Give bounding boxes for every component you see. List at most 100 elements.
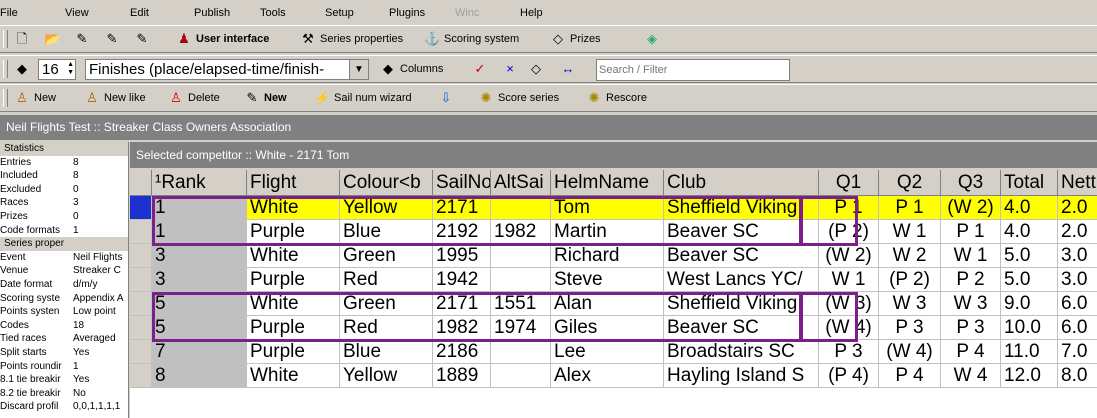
table-cell[interactable]: 6.0 (1058, 292, 1097, 316)
table-cell[interactable]: Lee (551, 340, 664, 364)
table-cell[interactable]: Richard (551, 244, 664, 268)
spinner-arrows-icon[interactable]: ▲ ▼ (67, 61, 74, 77)
table-cell[interactable]: Green (340, 244, 433, 268)
stat-row[interactable]: Tied races Averaged (0, 332, 128, 346)
table-cell[interactable]: W 1 (819, 268, 879, 292)
table-row[interactable]: 3 White Green 1995 Richard Beaver SC (W 2) W 2W… (130, 244, 1097, 268)
chevron-down-icon[interactable]: ▼ (349, 60, 368, 79)
table-cell[interactable]: 1982 (433, 316, 491, 340)
column-header[interactable]: Club (664, 170, 819, 196)
series-properties-button[interactable]: ⚒ Series properties (300, 30, 403, 48)
prizes-button[interactable]: ◇ Prizes (550, 30, 601, 48)
table-cell[interactable]: 2.0 (1058, 220, 1097, 244)
save-all-button[interactable]: ✎ (104, 30, 120, 48)
stat-row[interactable]: Discard profil 0,0,1,1,1,1 (0, 400, 128, 414)
stat-row[interactable]: Date format d/m/y (0, 278, 128, 292)
table-cell[interactable]: P 3 (941, 316, 1001, 340)
table-cell[interactable]: Alex (551, 364, 664, 388)
table-cell[interactable]: White (247, 364, 340, 388)
column-header[interactable]: Q3 (941, 170, 1001, 196)
table-cell[interactable]: Hayling Island S (664, 364, 819, 388)
column-header[interactable]: Flight (247, 170, 340, 196)
row-indicator[interactable] (130, 292, 152, 316)
table-cell[interactable]: (W 3) (819, 292, 879, 316)
column-header[interactable]: Total (1001, 170, 1058, 196)
table-cell[interactable]: W 2 (879, 244, 941, 268)
table-cell[interactable]: (W 2) (819, 244, 879, 268)
stat-row[interactable]: Points systen Low point (0, 305, 128, 319)
table-cell[interactable]: 4.0 (1001, 220, 1058, 244)
table-cell[interactable]: P 2 (941, 268, 1001, 292)
menu-window[interactable]: Winc (455, 7, 479, 19)
table-cell[interactable]: 8 (152, 364, 247, 388)
table-cell[interactable]: 1995 (433, 244, 491, 268)
table-cell[interactable]: 5 (152, 292, 247, 316)
table-cell[interactable]: Green (340, 292, 433, 316)
table-cell[interactable]: 4.0 (1001, 196, 1058, 220)
stat-row[interactable]: Codes 18 (0, 319, 128, 333)
table-cell[interactable]: (P 2) (879, 268, 941, 292)
row-indicator[interactable] (130, 340, 152, 364)
race-number-spinner[interactable]: 16 ▲ ▼ (38, 59, 76, 80)
table-cell[interactable]: P 3 (879, 316, 941, 340)
table-cell[interactable]: Giles (551, 316, 664, 340)
table-cell[interactable]: 3.0 (1058, 268, 1097, 292)
table-row[interactable]: 1 White Yellow 2171 Tom Sheffield Viking P 1P … (130, 196, 1097, 220)
table-cell[interactable]: Alan (551, 292, 664, 316)
new-file-button[interactable]: 🗋 (14, 30, 30, 48)
table-row[interactable]: 8 White Yellow 1889 Alex Hayling Island S (P 4… (130, 364, 1097, 388)
column-header[interactable]: AltSai (491, 170, 551, 196)
table-cell[interactable]: Sheffield Viking (664, 292, 819, 316)
table-cell[interactable]: W 3 (941, 292, 1001, 316)
table-cell[interactable]: Sheffield Viking (664, 196, 819, 220)
stat-row[interactable]: 8.2 tie breakir No (0, 387, 128, 401)
scoring-system-button[interactable]: ⚓ Scoring system (424, 30, 519, 48)
stat-row[interactable]: Points roundir 1 (0, 360, 128, 374)
menu-publish[interactable]: Publish (194, 7, 230, 19)
table-cell[interactable]: 9.0 (1001, 292, 1058, 316)
table-cell[interactable]: Purple (247, 340, 340, 364)
table-cell[interactable]: 2186 (433, 340, 491, 364)
table-cell[interactable]: W 4 (941, 364, 1001, 388)
stat-row[interactable]: Excluded 0 (0, 183, 128, 197)
row-indicator[interactable] (130, 244, 152, 268)
table-cell[interactable]: Tom (551, 196, 664, 220)
table-cell[interactable]: P 3 (819, 340, 879, 364)
table-row[interactable]: 5 White Green 2171 1551 Alan Sheffield Viking(… (130, 292, 1097, 316)
table-cell[interactable]: White (247, 196, 340, 220)
table-cell[interactable]: 10.0 (1001, 316, 1058, 340)
columns-button[interactable]: ◆ Columns (380, 60, 443, 78)
rescore-button[interactable]: ✺ Rescore (586, 89, 647, 107)
delete-button[interactable]: ♙ Delete (168, 89, 220, 107)
table-cell[interactable]: Blue (340, 220, 433, 244)
table-cell[interactable] (491, 196, 551, 220)
table-cell[interactable]: 1 (152, 196, 247, 220)
row-indicator[interactable] (130, 196, 152, 220)
column-header[interactable]: SailNo (433, 170, 491, 196)
stat-row[interactable]: Scoring syste Appendix A (0, 292, 128, 306)
column-header[interactable]: Q2 (879, 170, 941, 196)
table-cell[interactable]: (W 4) (879, 340, 941, 364)
table-cell[interactable] (491, 340, 551, 364)
table-cell[interactable]: 11.0 (1001, 340, 1058, 364)
table-cell[interactable]: 2192 (433, 220, 491, 244)
table-cell[interactable]: 2171 (433, 292, 491, 316)
column-header[interactable]: Colour<b (340, 170, 433, 196)
menu-plugins[interactable]: Plugins (389, 7, 425, 19)
table-row[interactable]: 5 Purple Red 1982 1974 Giles Beaver SC (W 4) P 3… (130, 316, 1097, 340)
stat-row[interactable]: Split starts Yes (0, 346, 128, 360)
table-cell[interactable]: Broadstairs SC (664, 340, 819, 364)
table-cell[interactable]: Beaver SC (664, 244, 819, 268)
stat-row[interactable]: Venue Streaker C (0, 264, 128, 278)
table-cell[interactable]: 3 (152, 268, 247, 292)
table-cell[interactable] (491, 244, 551, 268)
sort-button[interactable]: ⇩ (438, 89, 454, 107)
table-cell[interactable]: 7 (152, 340, 247, 364)
table-cell[interactable]: Beaver SC (664, 316, 819, 340)
row-indicator[interactable] (130, 316, 152, 340)
table-row[interactable]: 1 Purple Blue 2192 1982 Martin Beaver SC (P 2) W… (130, 220, 1097, 244)
table-cell[interactable]: West Lancs YC/ (664, 268, 819, 292)
menu-tools[interactable]: Tools (260, 7, 286, 19)
new-result-button[interactable]: ✎ New (244, 89, 287, 107)
code-button[interactable]: ↔ (560, 60, 576, 78)
